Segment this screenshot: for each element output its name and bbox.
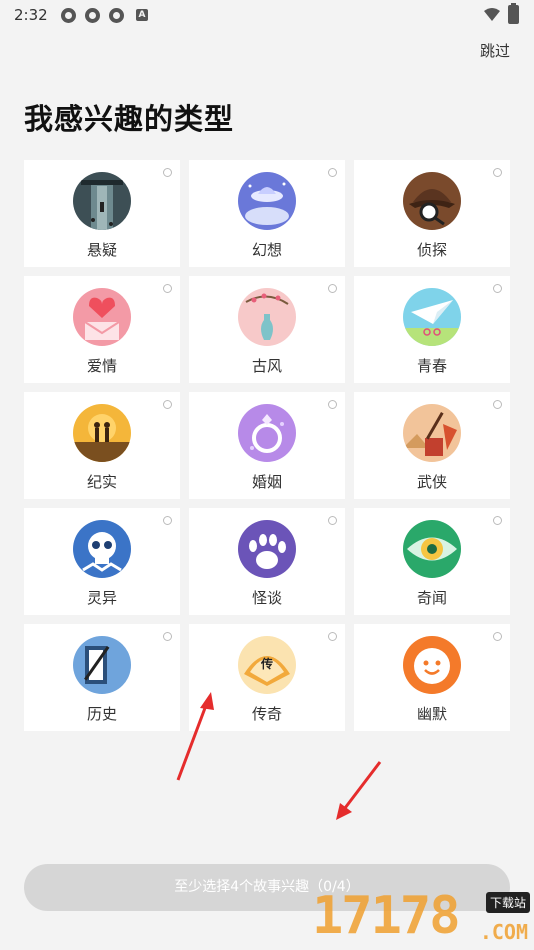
genre-card[interactable]: 青春 xyxy=(354,276,510,383)
genre-card[interactable]: 武侠 xyxy=(354,392,510,499)
select-radio[interactable] xyxy=(328,632,337,641)
genre-card[interactable]: 历史 xyxy=(24,624,180,731)
vase-icon xyxy=(238,288,296,346)
smile-icon xyxy=(403,636,461,694)
app-notification-icon xyxy=(109,8,124,23)
genre-card[interactable]: 怪谈 xyxy=(189,508,345,615)
select-radio[interactable] xyxy=(163,284,172,293)
paper-plane-icon xyxy=(403,288,461,346)
genre-card[interactable]: 灵异 xyxy=(24,508,180,615)
select-radio[interactable] xyxy=(163,168,172,177)
genre-label: 爱情 xyxy=(86,357,117,375)
select-radio[interactable] xyxy=(493,516,502,525)
genre-card[interactable]: 传 传奇 xyxy=(189,624,345,731)
genre-label: 奇闻 xyxy=(416,589,447,607)
genre-grid: 悬疑 幻想 侦探 爱情 古风 青春 纪实 婚姻 武侠 灵异 怪谈 奇闻 历史 传… xyxy=(24,160,510,731)
genre-label: 怪谈 xyxy=(251,589,282,607)
select-radio[interactable] xyxy=(493,632,502,641)
heart-letter-icon xyxy=(73,288,131,346)
genre-label: 悬疑 xyxy=(86,241,117,259)
fan-badge-text: 传 xyxy=(260,656,273,671)
site-watermark: 17178 下载站 .COM xyxy=(306,884,534,950)
select-radio[interactable] xyxy=(328,168,337,177)
select-radio[interactable] xyxy=(163,632,172,641)
genre-card[interactable]: 古风 xyxy=(189,276,345,383)
status-bar: 2:32 A xyxy=(0,0,534,28)
select-radio[interactable] xyxy=(163,400,172,409)
skull-icon xyxy=(73,520,131,578)
genre-card[interactable]: 侦探 xyxy=(354,160,510,267)
genre-card[interactable]: 纪实 xyxy=(24,392,180,499)
genre-label: 侦探 xyxy=(416,241,447,259)
battery-icon xyxy=(508,3,519,24)
genre-card[interactable]: 幽默 xyxy=(354,624,510,731)
corridor-icon xyxy=(73,172,131,230)
genre-label: 幻想 xyxy=(251,241,282,259)
book-brush-icon xyxy=(73,636,131,694)
ring-icon xyxy=(238,404,296,462)
eye-icon xyxy=(403,520,461,578)
genre-label: 幽默 xyxy=(416,705,447,723)
swordsman-icon xyxy=(403,404,461,462)
select-radio[interactable] xyxy=(493,400,502,409)
wifi-icon xyxy=(484,8,500,21)
genre-label: 灵异 xyxy=(86,589,117,607)
genre-label: 古风 xyxy=(251,357,282,375)
genre-label: 纪实 xyxy=(86,473,117,491)
genre-card[interactable]: 奇闻 xyxy=(354,508,510,615)
app-notification-icon xyxy=(61,8,76,23)
page-title: 我感兴趣的类型 xyxy=(24,102,235,136)
genre-label: 婚姻 xyxy=(251,473,282,491)
genre-card[interactable]: 爱情 xyxy=(24,276,180,383)
hikers-icon xyxy=(73,404,131,462)
ufo-icon xyxy=(238,172,296,230)
genre-label: 历史 xyxy=(86,705,117,723)
watermark-domain: .COM xyxy=(479,920,528,944)
watermark-tag: 下载站 xyxy=(485,892,530,913)
select-radio[interactable] xyxy=(328,400,337,409)
genre-card[interactable]: 悬疑 xyxy=(24,160,180,267)
genre-label: 传奇 xyxy=(251,705,282,723)
select-radio[interactable] xyxy=(328,284,337,293)
detective-hat-icon xyxy=(403,172,461,230)
genre-card[interactable]: 婚姻 xyxy=(189,392,345,499)
select-radio[interactable] xyxy=(328,516,337,525)
claw-icon xyxy=(238,520,296,578)
status-time: 2:32 xyxy=(14,6,48,24)
select-radio[interactable] xyxy=(493,168,502,177)
notification-a-icon: A xyxy=(136,9,148,21)
fan-icon: 传 xyxy=(238,636,296,694)
watermark-digits: 17178 xyxy=(312,886,461,946)
select-radio[interactable] xyxy=(163,516,172,525)
genre-label: 青春 xyxy=(416,357,447,375)
skip-button[interactable]: 跳过 xyxy=(480,40,510,61)
select-radio[interactable] xyxy=(493,284,502,293)
app-notification-icon xyxy=(85,8,100,23)
genre-label: 武侠 xyxy=(416,473,447,491)
genre-card[interactable]: 幻想 xyxy=(189,160,345,267)
